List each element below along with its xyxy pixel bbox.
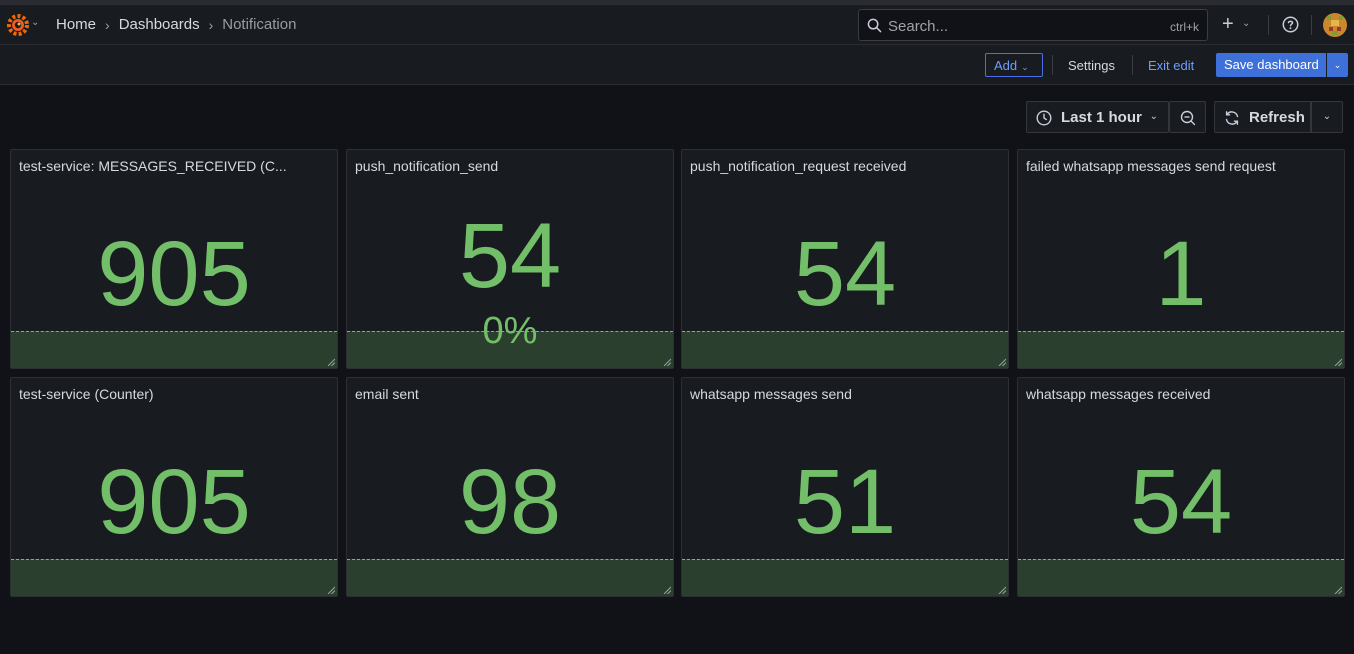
search-input[interactable]: Search... ctrl+k [858,9,1208,41]
new-menu-button[interactable]: + [1222,13,1234,35]
refresh-button[interactable]: Refresh [1214,101,1311,133]
sparkline-area [1018,331,1344,368]
search-placeholder: Search... [888,18,949,35]
panel-title[interactable]: test-service: MESSAGES_RECEIVED (C... [19,158,329,174]
breadcrumb-home[interactable]: Home [56,16,96,33]
sparkline-area [347,559,673,596]
divider [1311,15,1312,35]
chevron-down-icon[interactable]: ⌄ [1242,18,1250,29]
divider [1052,55,1053,75]
grafana-logo-icon[interactable] [6,13,30,37]
breadcrumb-current: Notification [222,16,297,33]
divider [1268,15,1269,35]
add-button[interactable]: Add ⌄ [985,53,1043,77]
stat-value: 98 [458,451,562,553]
panel-title[interactable]: push_notification_request received [690,158,1000,174]
stat-panel[interactable]: whatsapp messages received 54 [1017,377,1345,597]
time-range-label: Last 1 hour [1061,109,1142,126]
resize-handle-icon[interactable] [1334,586,1342,594]
exit-edit-button[interactable]: Exit edit [1148,58,1194,73]
resize-handle-icon[interactable] [327,586,335,594]
stat-panel[interactable]: test-service: MESSAGES_RECEIVED (C... 90… [10,149,338,369]
search-shortcut: ctrl+k [1169,20,1199,34]
panel-title[interactable]: whatsapp messages received [1026,386,1336,402]
stat-value: 54 [1129,451,1233,553]
save-options-button[interactable]: ⌄ [1327,53,1348,77]
panel-title[interactable]: push_notification_send [355,158,665,174]
breadcrumb: Home › Dashboards › Notification [56,16,296,33]
chevron-down-icon: ⌄ [1149,111,1158,122]
time-range-picker[interactable]: Last 1 hour ⌄ [1026,101,1169,133]
resize-handle-icon[interactable] [663,586,671,594]
chevron-down-icon[interactable]: ⌄ [31,17,39,28]
resize-handle-icon[interactable] [327,358,335,366]
resize-handle-icon[interactable] [998,586,1006,594]
chevron-down-icon: ⌄ [1021,62,1029,72]
stat-panel[interactable]: push_notification_send 54 0% [346,149,674,369]
stat-value: 905 [97,223,251,325]
panel-title[interactable]: failed whatsapp messages send request [1026,158,1336,174]
stat-panel[interactable]: failed whatsapp messages send request 1 [1017,149,1345,369]
stat-panel[interactable]: email sent 98 [346,377,674,597]
save-dashboard-button[interactable]: Save dashboard [1216,53,1326,77]
panel-title[interactable]: email sent [355,386,665,402]
refresh-icon [1225,111,1239,125]
resize-handle-icon[interactable] [1334,358,1342,366]
stat-value: 54 [793,223,897,325]
add-button-label: Add [994,58,1018,73]
resize-handle-icon[interactable] [998,358,1006,366]
panel-title[interactable]: test-service (Counter) [19,386,329,402]
stat-value: 54 [458,205,562,307]
zoom-out-icon [1180,110,1196,126]
stat-panel[interactable]: push_notification_request received 54 [681,149,1009,369]
stat-panel[interactable]: test-service (Counter) 905 [10,377,338,597]
sparkline-area [11,331,337,368]
sparkline-area [1018,559,1344,596]
refresh-label: Refresh [1249,109,1305,126]
resize-handle-icon[interactable] [663,358,671,366]
breadcrumb-separator: › [105,16,110,33]
panel-title[interactable]: whatsapp messages send [690,386,1000,402]
divider [1132,55,1133,75]
stat-value: 905 [97,451,251,553]
search-icon [867,18,882,33]
top-nav-bar: ⌄ Home › Dashboards › Notification Searc… [0,5,1354,45]
refresh-interval-button[interactable]: ⌄ [1311,101,1343,133]
settings-button[interactable]: Settings [1068,58,1115,73]
breadcrumb-separator: › [208,16,214,33]
stat-value: 1 [1155,223,1207,325]
dashboard-toolbar: Add ⌄ Settings Exit edit Save dashboard ⌄ [0,45,1354,85]
clock-icon [1036,110,1052,126]
sparkline-area [11,559,337,596]
stat-value: 51 [793,451,897,553]
breadcrumb-dashboards[interactable]: Dashboards [119,16,200,33]
help-icon[interactable] [1282,16,1299,33]
sparkline-area [682,331,1008,368]
stat-percent-change: 0% [482,310,538,352]
zoom-out-button[interactable] [1169,101,1206,133]
stat-panel[interactable]: whatsapp messages send 51 [681,377,1009,597]
avatar[interactable] [1323,13,1347,37]
sparkline-area [682,559,1008,596]
